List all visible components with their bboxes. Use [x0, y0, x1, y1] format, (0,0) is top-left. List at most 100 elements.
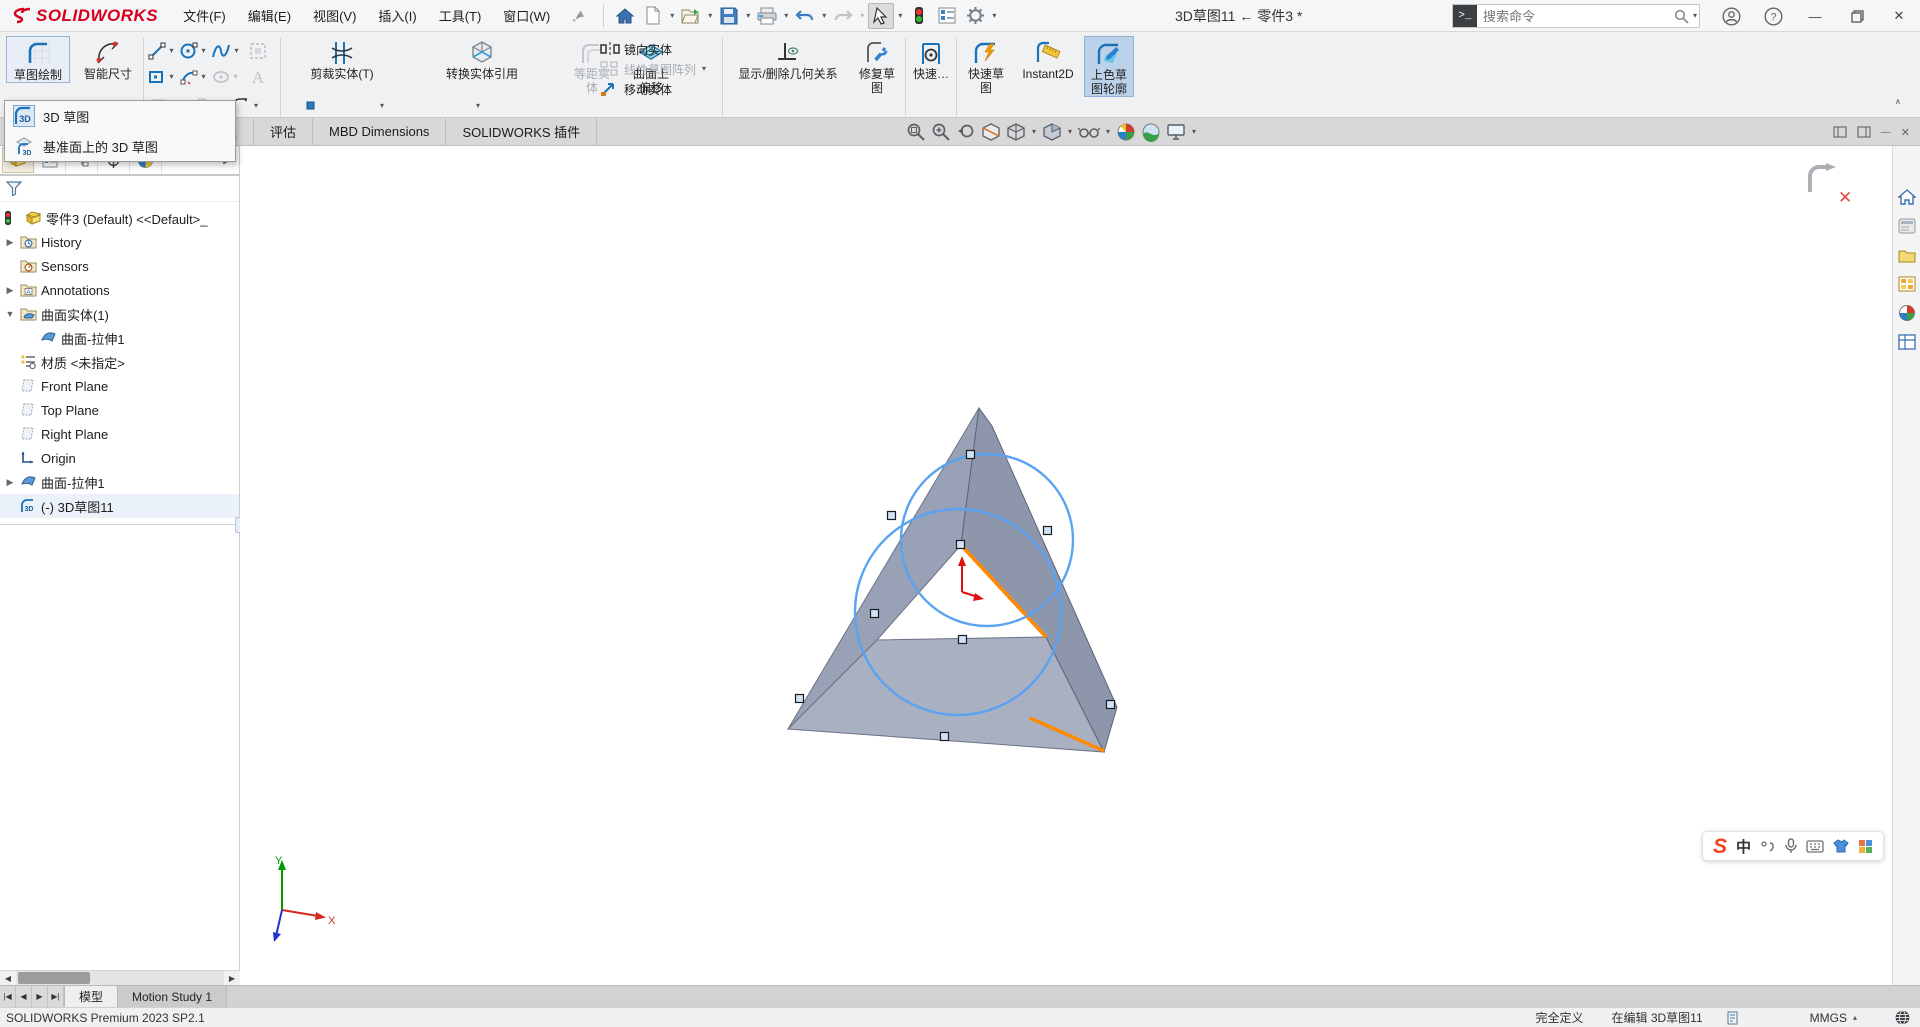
close-window-icon[interactable]: ✕	[1878, 0, 1920, 32]
edit-appearance-icon[interactable]	[1115, 120, 1137, 144]
chevron-down-icon[interactable]: ▾	[252, 102, 260, 110]
tree-item-surface-extrude-feature[interactable]: ▶ 曲面-拉伸1	[0, 470, 239, 494]
repair-sketch-button[interactable]: 修复草 图	[851, 36, 903, 95]
split-pane-left-icon[interactable]	[1833, 126, 1847, 138]
chevron-down-icon[interactable]: ▾	[668, 12, 676, 20]
help-icon[interactable]: ?	[1752, 0, 1794, 32]
language-indicator-icon[interactable]	[1895, 1010, 1910, 1025]
hide-show-items-icon[interactable]	[1077, 120, 1101, 144]
menu-tools[interactable]: 工具(T)	[428, 6, 493, 25]
tab-evaluate[interactable]: 评估	[254, 118, 313, 145]
sketch-point[interactable]	[1107, 701, 1115, 709]
display-style-icon[interactable]	[1041, 120, 1063, 144]
scroll-right-icon[interactable]: ▶	[224, 971, 240, 985]
tree-item-material[interactable]: 材质 <未指定>	[0, 350, 239, 374]
tree-item-3d-sketch[interactable]: 3D (-) 3D草图11	[0, 494, 239, 518]
user-account-icon[interactable]	[1710, 0, 1752, 32]
chevron-down-icon[interactable]: ▾	[199, 73, 207, 81]
ime-logo[interactable]: S	[1713, 836, 1727, 857]
options-list-icon[interactable]	[934, 3, 960, 29]
display-delete-relations-button[interactable]: 显示/删除几何关系	[728, 36, 848, 81]
view-settings-icon[interactable]	[1165, 120, 1187, 144]
line-tool-icon[interactable]	[148, 42, 166, 60]
chevron-down-icon[interactable]: ▾	[1104, 128, 1112, 136]
tab-motion-study[interactable]: Motion Study 1	[118, 986, 227, 1007]
settings-gear-icon[interactable]	[962, 3, 988, 29]
chevron-down-icon[interactable]: ▾	[896, 12, 904, 20]
chevron-down-icon[interactable]: ▾	[199, 47, 207, 55]
ime-language-mode[interactable]: 中	[1736, 836, 1751, 857]
search-input[interactable]	[1477, 9, 1672, 24]
sketch-point[interactable]	[888, 512, 896, 520]
tree-item-sensors[interactable]: Sensors	[0, 254, 239, 278]
tree-item-annotations[interactable]: ▶ A Annotations	[0, 278, 239, 302]
rapid-sketch-button[interactable]: 快速草 图	[960, 36, 1012, 95]
sketch-point[interactable]	[941, 733, 949, 741]
circle-tool-icon[interactable]	[180, 42, 198, 60]
search-icon[interactable]	[1672, 9, 1691, 24]
nav-last-icon[interactable]: ▶|	[48, 986, 64, 1007]
minimize-window-icon[interactable]: —	[1794, 0, 1836, 32]
menu-insert[interactable]: 插入(I)	[367, 6, 427, 25]
chevron-down-icon[interactable]: ▾	[700, 65, 708, 73]
spline-tool-icon[interactable]	[211, 42, 231, 60]
sketch-point[interactable]	[871, 610, 879, 618]
quick-snaps-button[interactable]: 快速…	[909, 36, 953, 81]
apply-scene-icon[interactable]	[1140, 120, 1162, 144]
tree-item-history[interactable]: ▶ History	[0, 230, 239, 254]
scroll-left-icon[interactable]: ◀	[0, 971, 16, 985]
scrollbar-thumb[interactable]	[18, 972, 90, 984]
chevron-down-icon[interactable]: ▾	[1030, 128, 1038, 136]
sketch-point[interactable]	[959, 636, 967, 644]
ime-punctuation-icon[interactable]	[1760, 839, 1776, 853]
scrollbar-track[interactable]	[16, 971, 224, 985]
pin-menu-icon[interactable]	[571, 9, 585, 23]
chevron-down-icon[interactable]: ▾	[1691, 12, 1699, 20]
convert-entities-button[interactable]: 转换实体引用	[402, 36, 562, 81]
split-pane-right-icon[interactable]	[1857, 126, 1871, 138]
tree-item-top-plane[interactable]: Top Plane	[0, 398, 239, 422]
point-tool-icon[interactable]	[306, 101, 315, 110]
taskpane-resources-icon[interactable]	[1896, 215, 1918, 237]
previous-view-icon[interactable]	[955, 120, 977, 144]
chevron-down-icon[interactable]: ▾	[378, 102, 386, 110]
new-document-icon[interactable]	[640, 3, 666, 29]
filter-input[interactable]	[28, 180, 233, 198]
rebuild-traffic-light-icon[interactable]	[906, 3, 932, 29]
zoom-fit-icon[interactable]	[905, 120, 927, 144]
taskpane-appearances-icon[interactable]	[1896, 302, 1918, 324]
tree-item-surface-extrude-body[interactable]: 曲面-拉伸1	[0, 326, 239, 350]
chevron-down-icon[interactable]: ▾	[744, 12, 752, 20]
units-selector[interactable]: MMGS ▴	[1810, 1011, 1859, 1025]
chevron-down-icon[interactable]: ▾	[706, 12, 714, 20]
menu-edit[interactable]: 编辑(E)	[237, 6, 302, 25]
close-pane-icon[interactable]: ✕	[1901, 126, 1910, 139]
sketch-point[interactable]	[957, 541, 965, 549]
chevron-down-icon[interactable]: ▾	[474, 102, 482, 110]
units-dropdown-icon[interactable]: ▴	[1851, 1014, 1859, 1022]
tree-item-surface-bodies[interactable]: ▼ 曲面实体(1)	[0, 302, 239, 326]
chevron-down-icon[interactable]: ▾	[1190, 128, 1198, 136]
instant2d-button[interactable]: Instant2D	[1016, 36, 1080, 81]
save-icon[interactable]	[716, 3, 742, 29]
arc-tool-icon[interactable]	[180, 68, 198, 86]
undo-icon[interactable]	[792, 3, 818, 29]
restore-window-icon[interactable]	[1836, 0, 1878, 32]
ime-keyboard-icon[interactable]	[1806, 840, 1824, 853]
chevron-down-icon[interactable]: ▾	[1066, 128, 1074, 136]
tree-root-part[interactable]: 零件3 (Default) <<Default>_	[0, 206, 239, 230]
sketch-flyout-button[interactable]: 草图绘制	[6, 36, 70, 83]
sketch-point[interactable]	[796, 695, 804, 703]
view-orientation-icon[interactable]	[1005, 120, 1027, 144]
tab-addins[interactable]: SOLIDWORKS 插件	[446, 118, 597, 145]
cancel-sketch-icon[interactable]: ✕	[1838, 188, 1852, 208]
chevron-down-icon[interactable]: ▾	[990, 12, 998, 20]
tree-item-front-plane[interactable]: Front Plane	[0, 374, 239, 398]
ime-toolbox-icon[interactable]	[1858, 839, 1873, 854]
select-cursor-icon[interactable]	[868, 3, 894, 29]
nav-next-icon[interactable]: ▶	[32, 986, 48, 1007]
menu-window[interactable]: 窗口(W)	[492, 6, 561, 25]
exit-sketch-icon[interactable]	[1804, 162, 1840, 196]
taskpane-file-explorer-icon[interactable]	[1896, 244, 1918, 266]
sketch-point[interactable]	[967, 451, 975, 459]
